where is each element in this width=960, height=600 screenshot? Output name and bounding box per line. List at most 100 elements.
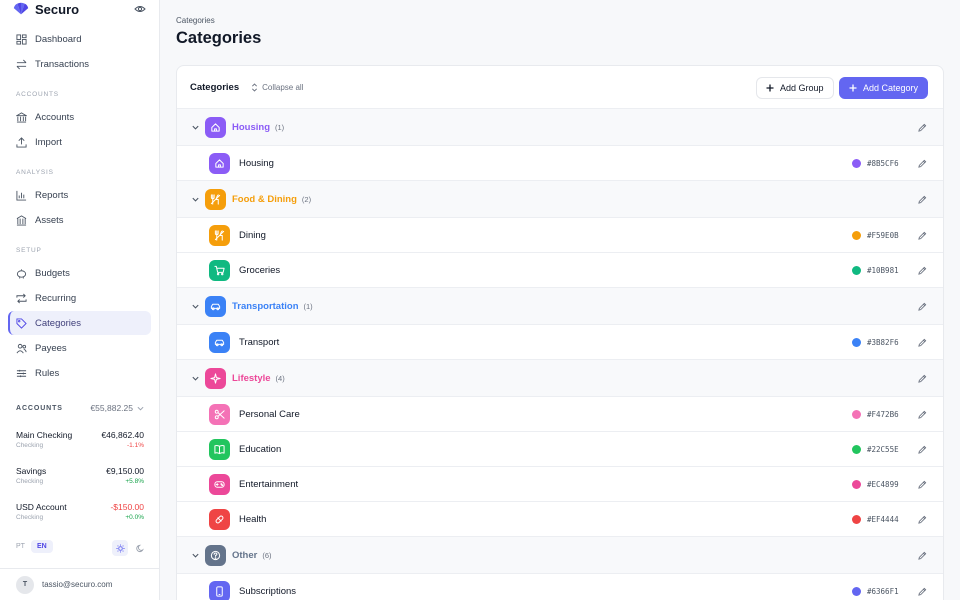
category-icon-badge <box>209 224 230 246</box>
user-profile[interactable]: T tassio@securo.com <box>0 568 159 600</box>
color-hex: #3B82F6 <box>867 337 899 347</box>
chevron-down-icon[interactable] <box>191 195 200 204</box>
group-count: (1) <box>303 301 313 311</box>
edit-icon[interactable] <box>918 159 927 168</box>
account-change: +5.8% <box>125 478 144 485</box>
nav-rules[interactable]: Rules <box>8 361 151 385</box>
account-balance: -$150.00 <box>110 502 144 512</box>
category-row[interactable]: Transport #3B82F6 <box>177 325 943 360</box>
accounts-summary-header[interactable]: ACCOUNTS €55,882.25 <box>16 403 144 413</box>
color-hex: #F59E0B <box>867 230 899 240</box>
category-row[interactable]: Housing #8B5CF6 <box>177 146 943 181</box>
category-group-row[interactable]: Housing (1) <box>177 109 943 146</box>
dark-theme-button[interactable] <box>132 540 148 556</box>
nav-recurring[interactable]: Recurring <box>8 286 151 310</box>
breadcrumb[interactable]: Categories <box>176 16 215 25</box>
group-icon-badge <box>205 116 226 138</box>
chevron-down-icon[interactable] <box>191 302 200 311</box>
edit-icon[interactable] <box>918 410 927 419</box>
edit-icon[interactable] <box>918 587 927 596</box>
category-row[interactable]: Entertainment #EC4899 <box>177 467 943 502</box>
app-name: Securo <box>35 1 80 17</box>
group-icon-badge <box>205 295 226 317</box>
nav-assets[interactable]: Assets <box>8 208 151 232</box>
color-hex: #10B981 <box>867 265 899 275</box>
category-row[interactable]: Subscriptions #6366F1 <box>177 574 943 600</box>
edit-icon[interactable] <box>918 266 927 275</box>
edit-icon[interactable] <box>918 551 927 560</box>
language-switcher: PT EN <box>16 540 53 553</box>
category-name: Housing <box>239 157 274 169</box>
edit-icon[interactable] <box>918 445 927 454</box>
group-count: (6) <box>262 550 272 560</box>
collapse-all-button[interactable]: Collapse all <box>251 83 303 92</box>
color-swatch <box>852 337 861 347</box>
language-en[interactable]: EN <box>30 540 53 553</box>
category-group-row[interactable]: Transportation (1) <box>177 288 943 325</box>
nav-accounts[interactable]: Accounts <box>8 105 151 129</box>
chevron-down-icon[interactable] <box>191 374 200 383</box>
edit-icon[interactable] <box>918 374 927 383</box>
category-row[interactable]: Groceries #10B981 <box>177 253 943 288</box>
nav-reports-label: Reports <box>35 189 69 201</box>
account-row[interactable]: USD Account -$150.00 Checking +0.0% <box>16 502 144 521</box>
account-row[interactable]: Savings €9,150.00 Checking +5.8% <box>16 466 144 485</box>
nav-budgets[interactable]: Budgets <box>8 261 151 285</box>
edit-icon[interactable] <box>918 515 927 524</box>
people-icon <box>16 343 27 353</box>
nav-payees[interactable]: Payees <box>8 336 151 360</box>
edit-icon[interactable] <box>918 338 927 347</box>
account-row[interactable]: Main Checking €46,862.40 Checking -1.1% <box>16 430 144 449</box>
category-group-row[interactable]: Lifestyle (4) <box>177 360 943 397</box>
edit-icon[interactable] <box>918 123 927 132</box>
edit-icon[interactable] <box>918 195 927 204</box>
color-hex: #F472B6 <box>867 409 899 419</box>
color-swatch <box>852 265 861 275</box>
group-name-label: Lifestyle <box>232 372 271 384</box>
category-icon-badge <box>209 259 230 281</box>
nav-dashboard[interactable]: Dashboard <box>8 27 151 51</box>
gamepad-icon <box>214 480 225 488</box>
category-name: Transport <box>239 336 280 348</box>
chevron-down-icon[interactable] <box>191 123 200 132</box>
repeat-icon <box>16 293 27 303</box>
category-icon-badge <box>209 438 230 460</box>
category-row[interactable]: Dining #F59E0B <box>177 218 943 253</box>
nav-import[interactable]: Import <box>8 130 151 154</box>
nav-categories[interactable]: Categories <box>8 311 151 335</box>
account-balance: €46,862.40 <box>101 430 144 440</box>
light-theme-button[interactable] <box>112 540 128 556</box>
chevron-down-icon[interactable] <box>191 551 200 560</box>
nav-transactions[interactable]: Transactions <box>8 52 151 76</box>
category-group-row[interactable]: Other (6) <box>177 537 943 574</box>
accounts-total: €55,882.25 <box>90 403 144 413</box>
category-row[interactable]: Education #22C55E <box>177 432 943 467</box>
nav-payees-label: Payees <box>35 342 67 354</box>
color-swatch <box>852 444 861 454</box>
add-category-button[interactable]: Add Category <box>839 77 929 99</box>
edit-icon[interactable] <box>918 480 927 489</box>
category-name: Entertainment <box>239 478 299 490</box>
edit-icon[interactable] <box>918 231 927 240</box>
eye-icon[interactable] <box>134 3 146 15</box>
category-row[interactable]: Personal Care #F472B6 <box>177 397 943 432</box>
piggy-icon <box>16 268 27 279</box>
language-pt[interactable]: PT <box>16 543 25 550</box>
category-name: Health <box>239 513 267 525</box>
brand[interactable]: Securo <box>12 0 148 18</box>
category-row[interactable]: Health #EF4444 <box>177 502 943 537</box>
section-setup: SETUP <box>16 247 42 254</box>
collapse-all-label: Collapse all <box>262 82 304 92</box>
accounts-summary-label: ACCOUNTS <box>16 404 63 412</box>
nav-recurring-label: Recurring <box>35 292 77 304</box>
category-group-row[interactable]: Food & Dining (2) <box>177 181 943 218</box>
pill-icon <box>215 515 224 523</box>
add-group-button[interactable]: Add Group <box>756 77 834 99</box>
sliders-icon <box>16 369 27 377</box>
nav-budgets-label: Budgets <box>35 267 70 279</box>
edit-icon[interactable] <box>918 302 927 311</box>
utensils-icon <box>210 193 221 205</box>
phone-icon <box>216 585 223 597</box>
nav-reports[interactable]: Reports <box>8 183 151 207</box>
group-name-label: Food & Dining <box>232 193 297 205</box>
